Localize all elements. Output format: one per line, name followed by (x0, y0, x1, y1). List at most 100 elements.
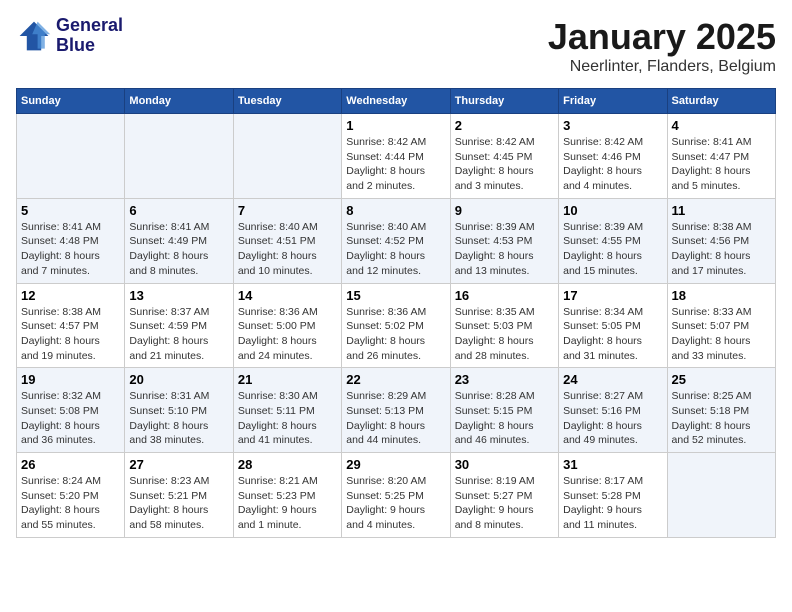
weekday-header: Wednesday (342, 89, 450, 114)
calendar-cell: 23 Sunrise: 8:28 AM Sunset: 5:15 PM Dayli… (450, 368, 558, 453)
day-number: 29 (346, 457, 445, 472)
weekday-header: Monday (125, 89, 233, 114)
calendar-cell: 15Sunrise: 8:36 AM Sunset: 5:02 PM Dayli… (342, 283, 450, 368)
calendar-cell: 26 Sunrise: 8:24 AM Sunset: 5:20 PM Dayli… (17, 453, 125, 538)
day-info: Sunrise: 8:31 AM Sunset: 5:10 PM Dayligh… (129, 389, 228, 448)
day-number: 3 (563, 118, 662, 133)
day-info: Sunrise: 8:37 AM Sunset: 4:59 PM Dayligh… (129, 305, 228, 364)
calendar-week-row: 5 Sunrise: 8:41 AM Sunset: 4:48 PM Daylig… (17, 198, 776, 283)
calendar-title: January 2025 (548, 16, 776, 58)
calendar-cell: 30 Sunrise: 8:19 AM Sunset: 5:27 PM Dayli… (450, 453, 558, 538)
calendar-cell: 14Sunrise: 8:36 AM Sunset: 5:00 PM Dayli… (233, 283, 341, 368)
day-number: 21 (238, 372, 337, 387)
day-number: 1 (346, 118, 445, 133)
day-number: 28 (238, 457, 337, 472)
day-number: 5 (21, 203, 120, 218)
day-number: 22 (346, 372, 445, 387)
day-number: 8 (346, 203, 445, 218)
day-number: 12 (21, 288, 120, 303)
day-info: Sunrise: 8:30 AM Sunset: 5:11 PM Dayligh… (238, 389, 337, 448)
day-info: Sunrise: 8:19 AM Sunset: 5:27 PM Dayligh… (455, 474, 554, 533)
day-info: Sunrise: 8:42 AM Sunset: 4:46 PM Dayligh… (563, 135, 662, 194)
day-info: Sunrise: 8:20 AM Sunset: 5:25 PM Dayligh… (346, 474, 445, 533)
day-info: Sunrise: 8:33 AM Sunset: 5:07 PM Dayligh… (672, 305, 771, 364)
day-info: Sunrise: 8:29 AM Sunset: 5:13 PM Dayligh… (346, 389, 445, 448)
calendar-cell: 17 Sunrise: 8:34 AM Sunset: 5:05 PM Dayli… (559, 283, 667, 368)
day-info: Sunrise: 8:24 AM Sunset: 5:20 PM Dayligh… (21, 474, 120, 533)
day-number: 10 (563, 203, 662, 218)
calendar-cell: 6 Sunrise: 8:41 AM Sunset: 4:49 PM Daylig… (125, 198, 233, 283)
header-row: SundayMondayTuesdayWednesdayThursdayFrid… (17, 89, 776, 114)
day-number: 30 (455, 457, 554, 472)
day-number: 27 (129, 457, 228, 472)
day-info: Sunrise: 8:38 AM Sunset: 4:56 PM Dayligh… (672, 220, 771, 279)
logo: General Blue (16, 16, 123, 56)
page-header: General Blue January 2025 Neerlinter, Fl… (16, 16, 776, 76)
calendar-cell (125, 114, 233, 199)
day-info: Sunrise: 8:40 AM Sunset: 4:51 PM Dayligh… (238, 220, 337, 279)
day-number: 19 (21, 372, 120, 387)
day-number: 13 (129, 288, 228, 303)
calendar-cell: 25 Sunrise: 8:25 AM Sunset: 5:18 PM Dayli… (667, 368, 775, 453)
day-number: 9 (455, 203, 554, 218)
day-info: Sunrise: 8:21 AM Sunset: 5:23 PM Dayligh… (238, 474, 337, 533)
day-number: 17 (563, 288, 662, 303)
calendar-week-row: 12 Sunrise: 8:38 AM Sunset: 4:57 PM Dayli… (17, 283, 776, 368)
day-info: Sunrise: 8:41 AM Sunset: 4:48 PM Dayligh… (21, 220, 120, 279)
weekday-header: Thursday (450, 89, 558, 114)
day-number: 11 (672, 203, 771, 218)
day-info: Sunrise: 8:28 AM Sunset: 5:15 PM Dayligh… (455, 389, 554, 448)
calendar-cell: 12 Sunrise: 8:38 AM Sunset: 4:57 PM Dayli… (17, 283, 125, 368)
day-info: Sunrise: 8:27 AM Sunset: 5:16 PM Dayligh… (563, 389, 662, 448)
day-number: 26 (21, 457, 120, 472)
weekday-header: Friday (559, 89, 667, 114)
calendar-cell: 21 Sunrise: 8:30 AM Sunset: 5:11 PM Dayli… (233, 368, 341, 453)
calendar-cell: 31 Sunrise: 8:17 AM Sunset: 5:28 PM Dayli… (559, 453, 667, 538)
day-info: Sunrise: 8:38 AM Sunset: 4:57 PM Dayligh… (21, 305, 120, 364)
calendar-cell: 7 Sunrise: 8:40 AM Sunset: 4:51 PM Daylig… (233, 198, 341, 283)
calendar-cell: 20 Sunrise: 8:31 AM Sunset: 5:10 PM Dayli… (125, 368, 233, 453)
calendar-header: SundayMondayTuesdayWednesdayThursdayFrid… (17, 89, 776, 114)
day-info: Sunrise: 8:36 AM Sunset: 5:02 PM Dayligh… (346, 305, 445, 364)
day-info: Sunrise: 8:32 AM Sunset: 5:08 PM Dayligh… (21, 389, 120, 448)
day-number: 18 (672, 288, 771, 303)
weekday-header: Saturday (667, 89, 775, 114)
calendar-table: SundayMondayTuesdayWednesdayThursdayFrid… (16, 88, 776, 538)
calendar-cell: 8 Sunrise: 8:40 AM Sunset: 4:52 PM Daylig… (342, 198, 450, 283)
day-info: Sunrise: 8:17 AM Sunset: 5:28 PM Dayligh… (563, 474, 662, 533)
day-number: 25 (672, 372, 771, 387)
logo-line1: General (56, 15, 123, 35)
calendar-cell: 1Sunrise: 8:42 AM Sunset: 4:44 PM Daylig… (342, 114, 450, 199)
day-number: 6 (129, 203, 228, 218)
calendar-cell: 2 Sunrise: 8:42 AM Sunset: 4:45 PM Daylig… (450, 114, 558, 199)
day-info: Sunrise: 8:23 AM Sunset: 5:21 PM Dayligh… (129, 474, 228, 533)
calendar-cell: 22 Sunrise: 8:29 AM Sunset: 5:13 PM Dayli… (342, 368, 450, 453)
calendar-body: 1Sunrise: 8:42 AM Sunset: 4:44 PM Daylig… (17, 114, 776, 538)
calendar-week-row: 1Sunrise: 8:42 AM Sunset: 4:44 PM Daylig… (17, 114, 776, 199)
calendar-cell (667, 453, 775, 538)
calendar-cell: 5 Sunrise: 8:41 AM Sunset: 4:48 PM Daylig… (17, 198, 125, 283)
day-info: Sunrise: 8:34 AM Sunset: 5:05 PM Dayligh… (563, 305, 662, 364)
calendar-cell (17, 114, 125, 199)
day-number: 24 (563, 372, 662, 387)
day-number: 2 (455, 118, 554, 133)
day-number: 20 (129, 372, 228, 387)
calendar-cell: 10Sunrise: 8:39 AM Sunset: 4:55 PM Dayli… (559, 198, 667, 283)
day-info: Sunrise: 8:41 AM Sunset: 4:47 PM Dayligh… (672, 135, 771, 194)
day-number: 7 (238, 203, 337, 218)
day-info: Sunrise: 8:25 AM Sunset: 5:18 PM Dayligh… (672, 389, 771, 448)
day-info: Sunrise: 8:40 AM Sunset: 4:52 PM Dayligh… (346, 220, 445, 279)
calendar-cell: 4 Sunrise: 8:41 AM Sunset: 4:47 PM Daylig… (667, 114, 775, 199)
calendar-week-row: 26 Sunrise: 8:24 AM Sunset: 5:20 PM Dayli… (17, 453, 776, 538)
day-number: 14 (238, 288, 337, 303)
calendar-cell: 19 Sunrise: 8:32 AM Sunset: 5:08 PM Dayli… (17, 368, 125, 453)
calendar-cell: 28 Sunrise: 8:21 AM Sunset: 5:23 PM Dayli… (233, 453, 341, 538)
day-number: 23 (455, 372, 554, 387)
weekday-header: Sunday (17, 89, 125, 114)
calendar-cell: 27 Sunrise: 8:23 AM Sunset: 5:21 PM Dayli… (125, 453, 233, 538)
day-info: Sunrise: 8:41 AM Sunset: 4:49 PM Dayligh… (129, 220, 228, 279)
day-number: 31 (563, 457, 662, 472)
day-number: 4 (672, 118, 771, 133)
logo-icon (16, 18, 52, 54)
day-info: Sunrise: 8:42 AM Sunset: 4:45 PM Dayligh… (455, 135, 554, 194)
